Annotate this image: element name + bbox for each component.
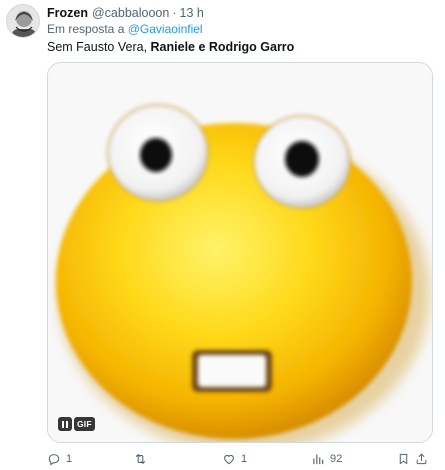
tweet-text: Sem Fausto Vera, Raniele e Rodrigo Garro xyxy=(47,40,294,54)
reply-context: Em resposta a @Gaviaoinfiel xyxy=(47,22,203,36)
tweet-header: Frozen @cabbalooon · 13 h xyxy=(47,4,204,22)
views-count: 92 xyxy=(330,453,343,465)
avatar-image xyxy=(7,5,39,37)
share-button[interactable] xyxy=(415,450,428,468)
tweet-timestamp[interactable]: 13 h xyxy=(180,6,204,20)
views-button[interactable]: 92 xyxy=(311,450,342,468)
bookmark-icon xyxy=(399,453,408,465)
tweet[interactable]: Frozen @cabbalooon · 13 h Em resposta a … xyxy=(0,0,445,470)
tweet-text-bold: Raniele e Rodrigo Garro xyxy=(150,40,295,54)
author-display-name[interactable]: Frozen xyxy=(47,6,88,20)
retweet-icon xyxy=(135,454,146,464)
like-count: 1 xyxy=(241,453,248,465)
gif-badge: GIF xyxy=(74,417,95,431)
like-button[interactable]: 1 xyxy=(222,450,247,468)
gif-controls: GIF xyxy=(58,416,95,432)
reply-target-link[interactable]: @Gaviaoinfiel xyxy=(128,22,203,36)
reply-button[interactable]: 1 xyxy=(47,450,72,468)
avatar[interactable] xyxy=(6,4,40,38)
bookmark-button[interactable] xyxy=(397,450,410,468)
gif-media[interactable]: GIF xyxy=(47,62,433,443)
share-icon xyxy=(416,453,427,465)
tweet-text-plain: Sem Fausto Vera, xyxy=(47,40,151,54)
grimacing-emoji-image xyxy=(48,63,432,442)
retweet-button[interactable] xyxy=(133,450,153,468)
author-handle[interactable]: @cabbalooon xyxy=(92,6,169,20)
reply-count: 1 xyxy=(66,453,73,465)
separator-dot: · xyxy=(172,6,177,20)
heart-icon xyxy=(224,454,234,465)
views-icon xyxy=(313,454,324,465)
tweet-actions: 1 1 92 xyxy=(47,450,428,468)
reply-prefix: Em resposta a xyxy=(47,22,125,36)
reply-icon xyxy=(48,454,60,466)
pause-icon[interactable] xyxy=(58,417,72,431)
